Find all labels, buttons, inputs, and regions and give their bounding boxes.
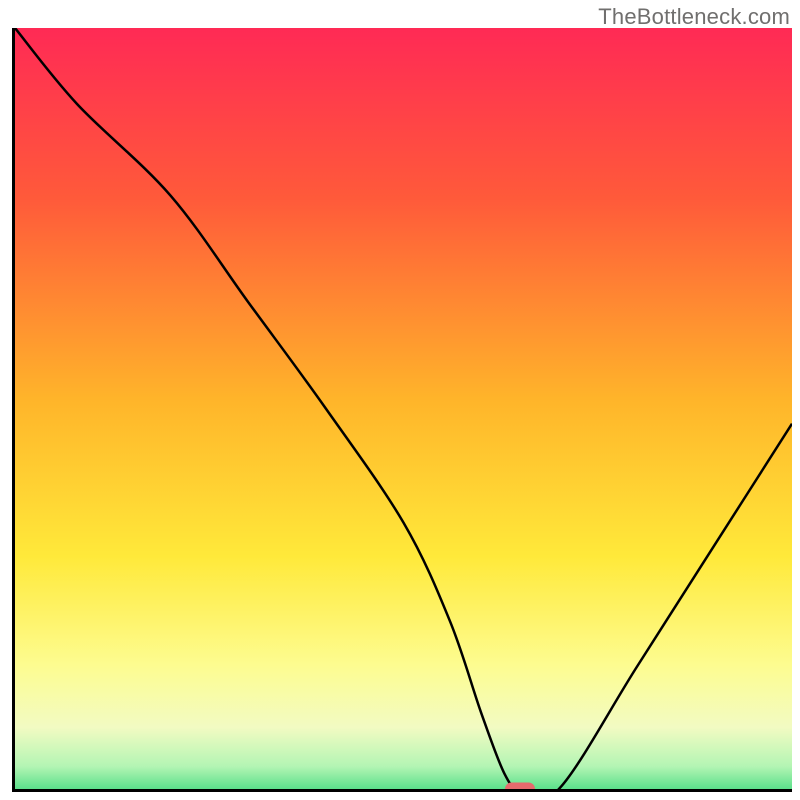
plot-area — [12, 28, 792, 792]
bottleneck-curve — [15, 28, 792, 789]
optimal-marker — [505, 783, 535, 793]
chart-frame: TheBottleneck.com — [0, 0, 800, 800]
watermark-text: TheBottleneck.com — [598, 4, 790, 30]
